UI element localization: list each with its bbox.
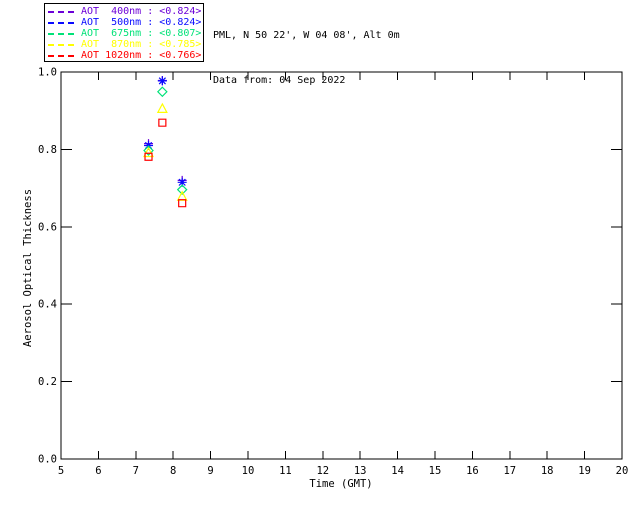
x-tick-label: 12 [316, 465, 329, 477]
x-tick-label: 15 [429, 465, 442, 477]
x-tick-label: 9 [207, 465, 213, 477]
x-tick-label: 10 [242, 465, 255, 477]
x-tick-label: 13 [354, 465, 367, 477]
legend-line-sample [48, 22, 76, 25]
legend-line-sample [48, 32, 76, 35]
x-tick-label: 5 [58, 465, 64, 477]
legend-entry-label: AOT 870nm : <0.785> [81, 38, 202, 50]
y-tick-label: 0.4 [38, 299, 57, 311]
y-tick-label: 0.6 [38, 221, 57, 233]
plot-area: 5 6 7 8 9 10 11 12 13 14 15 16 17 18 19 20 0.0 0.2 0.4 0.6 0… [38, 67, 629, 478]
x-tick-label: 7 [133, 465, 139, 477]
data-marker-asterisk [157, 76, 167, 86]
x-tick-label: 18 [541, 465, 554, 477]
legend-entry-label: AOT 675nm : <0.807> [81, 27, 202, 39]
x-tick-label: 19 [578, 465, 591, 477]
x-axis-label: Time (GMT) [309, 478, 373, 490]
y-tick-label: 0.2 [38, 376, 57, 388]
data-marker-triangle [156, 102, 168, 113]
x-tick-label: 16 [466, 465, 479, 477]
x-tick-label: 17 [503, 465, 516, 477]
y-tick-label: 0.0 [38, 454, 57, 466]
x-tick-label: 8 [170, 465, 176, 477]
legend-line-sample [48, 43, 76, 46]
axes-box [60, 71, 623, 460]
legend-entry: AOT 870nm : <0.785> [45, 39, 203, 50]
legend-line-sample [48, 54, 76, 57]
x-tick-label: 14 [391, 465, 404, 477]
data-marker-square [158, 118, 167, 127]
legend-entry-label: AOT 400nm : <0.824> [81, 6, 202, 18]
legend-line-sample [48, 11, 76, 14]
y-tick-label: 1.0 [38, 67, 57, 79]
legend-entry: AOT 400nm : <0.824> [45, 7, 203, 18]
legend-entry: AOT 1020nm : <0.766> [45, 50, 203, 61]
x-tick-label: 6 [95, 465, 101, 477]
data-marker-diamond [157, 86, 168, 98]
legend-entry-label: AOT 500nm : <0.824> [81, 17, 202, 29]
y-tick-label: 0.8 [38, 144, 57, 156]
legend: AOT 400nm : <0.824> AOT 500nm : <0.824> AO… [44, 3, 204, 62]
aot-plot-screen: AOT 400nm : <0.824> AOT 500nm : <0.824> AO… [0, 0, 640, 512]
x-tick-label: 20 [616, 465, 629, 477]
y-axis-label: Aerosol Optical Thickness [22, 188, 34, 348]
legend-entry-label: AOT 1020nm : <0.766> [81, 49, 202, 61]
data-marker-triangle [176, 190, 188, 201]
legend-entry: AOT 675nm : <0.807> [45, 27, 203, 40]
x-tick-label: 11 [279, 465, 292, 477]
legend-entry: AOT 500nm : <0.824> [45, 18, 203, 29]
